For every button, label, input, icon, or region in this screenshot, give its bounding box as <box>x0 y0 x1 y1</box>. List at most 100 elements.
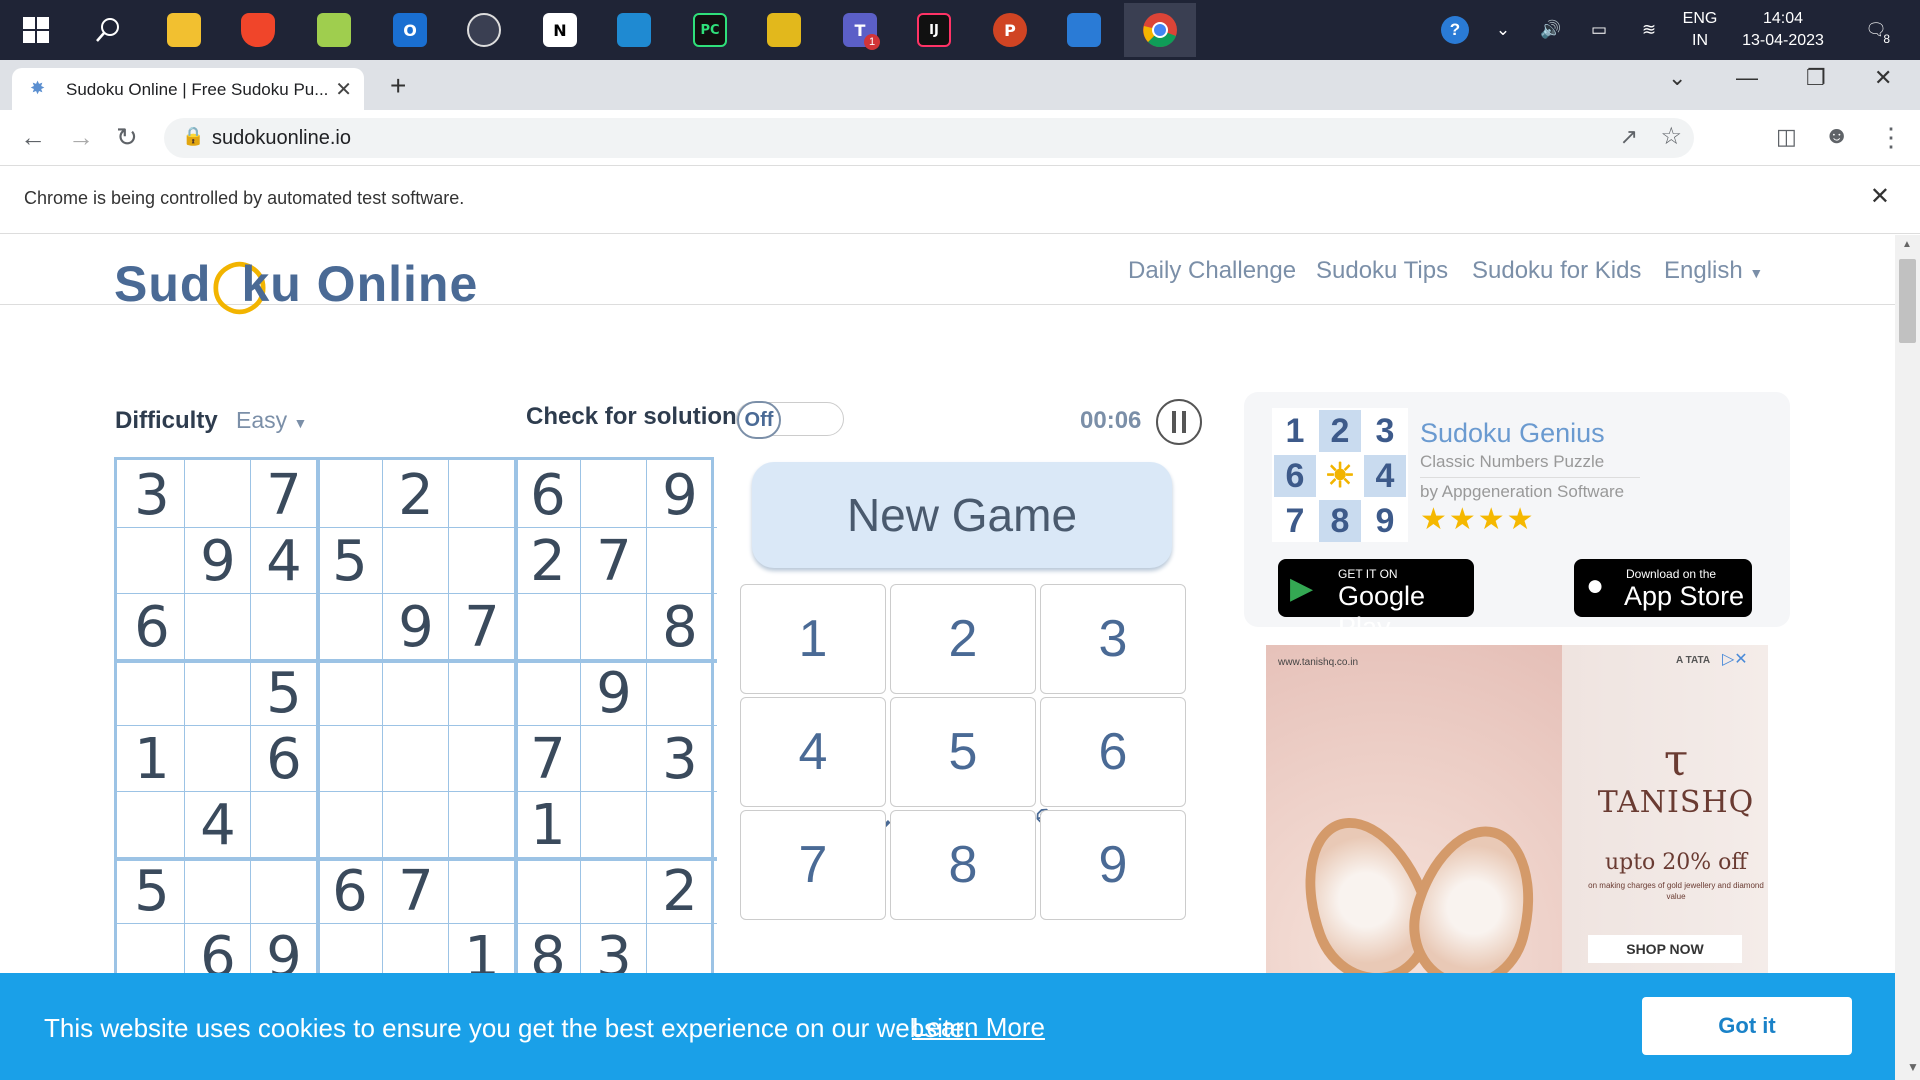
terminal-icon[interactable] <box>460 6 508 54</box>
nav-sudoku-tips[interactable]: Sudoku Tips <box>1316 257 1448 285</box>
site-logo[interactable]: Sud◯ku Online <box>114 255 478 313</box>
clock[interactable]: 14:04 13-04-2023 <box>1728 0 1838 60</box>
vscode-icon[interactable] <box>610 6 658 54</box>
photos-icon[interactable] <box>1060 6 1108 54</box>
forward-icon[interactable]: → <box>68 122 94 153</box>
infobar-close-icon[interactable]: ✕ <box>1870 182 1890 211</box>
close-window-icon[interactable]: ✕ <box>1874 65 1892 91</box>
sudoku-cell[interactable]: 7 <box>251 462 317 528</box>
sudoku-cell[interactable] <box>119 660 185 726</box>
sudoku-cell[interactable] <box>383 528 449 594</box>
file-explorer-icon[interactable] <box>160 6 208 54</box>
sudoku-cell[interactable]: 6 <box>119 594 185 660</box>
sudoku-cell[interactable]: 5 <box>119 858 185 924</box>
number-button-3[interactable]: 3 <box>1040 584 1186 694</box>
sudoku-cell[interactable] <box>317 792 383 858</box>
volume-icon[interactable]: 🔊 <box>1536 0 1566 60</box>
sudoku-cell[interactable]: 3 <box>119 462 185 528</box>
got-it-button[interactable]: Got it <box>1642 997 1852 1055</box>
sudoku-cell[interactable]: 7 <box>449 594 515 660</box>
sudoku-cell[interactable]: 7 <box>515 726 581 792</box>
sudoku-cell[interactable]: 9 <box>383 594 449 660</box>
sudoku-cell[interactable]: 3 <box>647 726 713 792</box>
sudoku-cell[interactable] <box>449 528 515 594</box>
number-button-6[interactable]: 6 <box>1040 697 1186 807</box>
brave-browser-icon[interactable] <box>234 6 282 54</box>
number-button-2[interactable]: 2 <box>890 584 1036 694</box>
sudoku-cell[interactable]: 5 <box>317 528 383 594</box>
sudoku-cell[interactable] <box>185 462 251 528</box>
share-icon[interactable]: ↗ <box>1620 124 1638 150</box>
language-indicator[interactable]: ENG IN <box>1680 0 1720 60</box>
sudoku-cell[interactable]: 6 <box>317 858 383 924</box>
sudoku-cell[interactable]: 9 <box>185 528 251 594</box>
number-button-4[interactable]: 4 <box>740 697 886 807</box>
sudoku-cell[interactable] <box>251 792 317 858</box>
pause-icon[interactable] <box>1156 399 1202 445</box>
sudoku-cell[interactable] <box>581 594 647 660</box>
sudoku-cell[interactable]: 8 <box>647 594 713 660</box>
restore-icon[interactable]: ❐ <box>1806 65 1826 91</box>
tab-close-icon[interactable]: ✕ <box>335 77 352 102</box>
pycharm-icon[interactable]: PC <box>686 6 734 54</box>
sudoku-cell[interactable]: 6 <box>251 726 317 792</box>
sudoku-cell[interactable] <box>185 594 251 660</box>
new-game-button[interactable]: New Game <box>752 462 1172 568</box>
sudoku-cell[interactable]: 2 <box>647 858 713 924</box>
scroll-down-icon[interactable]: ▼ <box>1907 1060 1919 1074</box>
notion-icon[interactable]: N <box>536 6 584 54</box>
intellij-icon[interactable]: IJ <box>910 6 958 54</box>
number-button-8[interactable]: 8 <box>890 810 1036 920</box>
sudoku-cell[interactable] <box>449 792 515 858</box>
sudoku-cell[interactable] <box>515 660 581 726</box>
nav-daily-challenge[interactable]: Daily Challenge <box>1128 257 1296 285</box>
browser-tab-active[interactable]: ✸ Sudoku Online | Free Sudoku Pu... ✕ <box>12 68 364 110</box>
sudoku-cell[interactable]: 1 <box>515 792 581 858</box>
sudoku-cell[interactable]: 9 <box>581 660 647 726</box>
sudoku-cell[interactable] <box>449 660 515 726</box>
sudoku-cell[interactable] <box>515 858 581 924</box>
reload-icon[interactable]: ↻ <box>116 122 138 153</box>
sudoku-cell[interactable] <box>119 528 185 594</box>
google-play-button[interactable]: ▶ GET IT ON Google Play <box>1278 559 1474 642</box>
sudoku-genius-logo[interactable]: 1 2 3 6 ☀ 4 7 8 9 <box>1272 408 1408 542</box>
number-button-1[interactable]: 1 <box>740 584 886 694</box>
search-icon[interactable] <box>84 6 132 54</box>
sudoku-cell[interactable]: 5 <box>251 660 317 726</box>
sudoku-cell[interactable] <box>119 792 185 858</box>
sudoku-cell[interactable] <box>317 462 383 528</box>
ad-choices-close-icon[interactable]: ▷✕ <box>1722 649 1748 669</box>
teams-icon[interactable]: T1 <box>836 6 884 54</box>
sudoku-cell[interactable] <box>383 792 449 858</box>
tab-search-icon[interactable]: ⌄ <box>1668 65 1686 91</box>
sudoku-cell[interactable] <box>251 858 317 924</box>
sudoku-cell[interactable] <box>185 660 251 726</box>
sudoku-cell[interactable] <box>317 726 383 792</box>
outlook-icon[interactable]: O <box>386 6 434 54</box>
side-panel-icon[interactable]: ◫ <box>1776 124 1797 150</box>
difficulty-dropdown[interactable]: Easy ▼ <box>236 407 307 434</box>
sudoku-cell[interactable] <box>581 462 647 528</box>
page-scrollbar[interactable]: ▲ <box>1895 235 1920 1080</box>
sudoku-cell[interactable]: 9 <box>647 462 713 528</box>
sudoku-cell[interactable]: 6 <box>515 462 581 528</box>
scrollbar-thumb[interactable] <box>1899 259 1916 343</box>
check-solution-toggle[interactable]: Off <box>736 401 844 439</box>
app-store-button[interactable]: ● Download on the App Store <box>1574 559 1752 617</box>
sudoku-cell[interactable]: 1 <box>119 726 185 792</box>
number-button-7[interactable]: 7 <box>740 810 886 920</box>
sudoku-cell[interactable] <box>383 660 449 726</box>
sudoku-cell[interactable] <box>383 726 449 792</box>
sudoku-cell[interactable] <box>581 726 647 792</box>
new-tab-icon[interactable]: + <box>390 70 406 102</box>
chrome-menu-icon[interactable]: ⋮ <box>1878 122 1904 153</box>
sudoku-cell[interactable] <box>647 528 713 594</box>
chevron-up-icon[interactable]: ⌄ <box>1488 0 1518 60</box>
git-app-icon[interactable] <box>760 6 808 54</box>
number-button-9[interactable]: 9 <box>1040 810 1186 920</box>
sudoku-cell[interactable] <box>449 726 515 792</box>
sudoku-cell[interactable]: 7 <box>581 528 647 594</box>
sudoku-cell[interactable] <box>317 594 383 660</box>
nav-sudoku-for-kids[interactable]: Sudoku for Kids <box>1472 257 1641 285</box>
sudoku-cell[interactable] <box>647 660 713 726</box>
